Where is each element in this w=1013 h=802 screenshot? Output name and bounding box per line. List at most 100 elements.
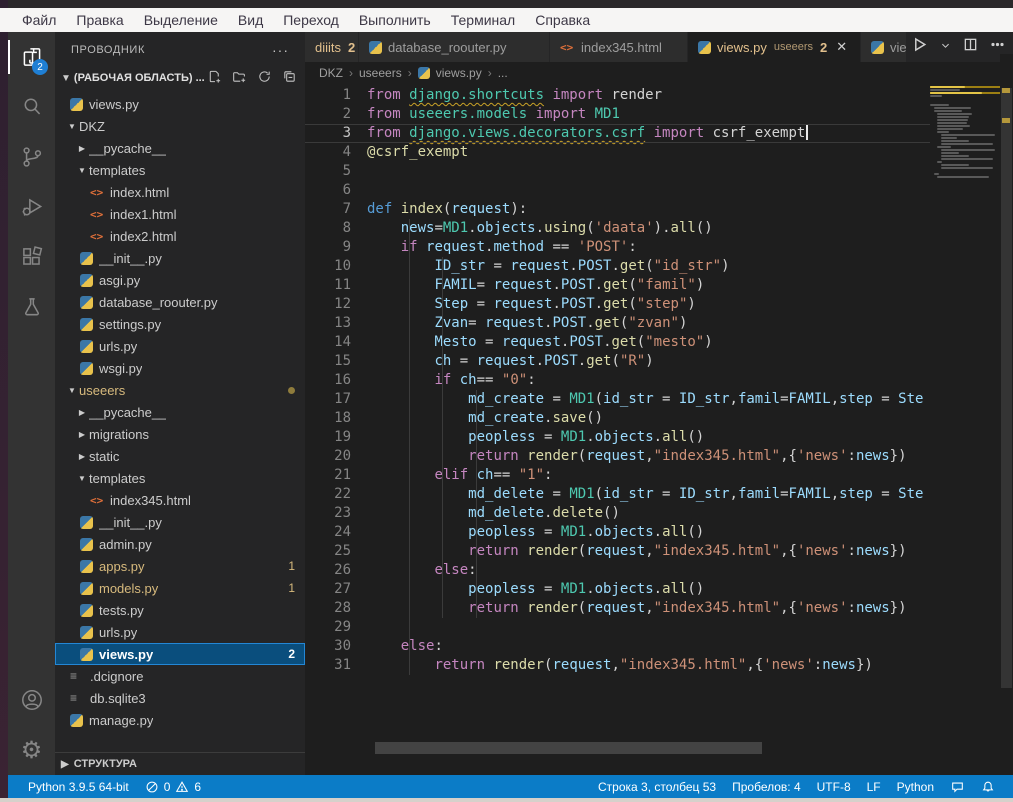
code-line-12[interactable]: 12 Step = request.POST.get("step") <box>305 295 1013 314</box>
language-mode-item[interactable]: Python <box>889 775 942 798</box>
tree-item-models.py[interactable]: models.py1 <box>55 577 305 599</box>
feedback-item[interactable] <box>942 775 973 798</box>
code-line-24[interactable]: 24 peopless = MD1.objects.all() <box>305 523 1013 542</box>
activity-settings-icon[interactable]: ⚙ <box>8 725 55 775</box>
workspace-section-header[interactable]: ▼ (РАБОЧАЯ ОБЛАСТЬ) ... <box>55 67 305 89</box>
tree-item-views.py[interactable]: views.py <box>55 93 305 115</box>
breadcrumb[interactable]: DKZ›useeers›views.py›... <box>305 62 1013 84</box>
problems-item[interactable]: 0 6 <box>137 775 209 798</box>
code-line-22[interactable]: 22 md_delete = MD1(id_str = ID_str,famil… <box>305 485 1013 504</box>
code-line-25[interactable]: 25 return render(request,"index345.html"… <box>305 542 1013 561</box>
code-line-17[interactable]: 17 md_create = MD1(id_str = ID_str,famil… <box>305 390 1013 409</box>
activity-testing-icon[interactable] <box>8 282 55 332</box>
tree-item-manage.py[interactable]: manage.py <box>55 709 305 731</box>
code-line-15[interactable]: 15 ch = request.POST.get("R") <box>305 352 1013 371</box>
new-folder-icon[interactable] <box>232 69 247 87</box>
breadcrumb-segment-views.py[interactable]: views.py <box>436 66 482 80</box>
menu-item-Выполнить[interactable]: Выполнить <box>349 10 441 30</box>
tree-item-urls.py[interactable]: urls.py <box>55 621 305 643</box>
tree-item--init-.py[interactable]: __init__.py <box>55 511 305 533</box>
tree-item-templates[interactable]: ▼templates <box>55 467 305 489</box>
tab-views.py[interactable]: views.pyuseeers2✕ <box>688 32 861 62</box>
tree-item-index.html[interactable]: <>index.html <box>55 181 305 203</box>
activity-explorer-icon[interactable]: 2 <box>8 32 55 82</box>
code-line-13[interactable]: 13 Zvan= request.POST.get("zvan") <box>305 314 1013 333</box>
code-line-27[interactable]: 27 peopless = MD1.objects.all() <box>305 580 1013 599</box>
code-line-14[interactable]: 14 Mesto = request.POST.get("mesto") <box>305 333 1013 352</box>
split-editor-icon[interactable] <box>963 37 978 57</box>
code-line-16[interactable]: 16 if ch== "0": <box>305 371 1013 390</box>
menu-item-Справка[interactable]: Справка <box>525 10 600 30</box>
minimap[interactable] <box>930 86 1000 206</box>
code-line-7[interactable]: 7def index(request): <box>305 200 1013 219</box>
activity-search-icon[interactable] <box>8 82 55 132</box>
menu-item-Правка[interactable]: Правка <box>66 10 133 30</box>
indentation-item[interactable]: Пробелов: 4 <box>724 775 809 798</box>
tree-item-.dcignore[interactable]: ≡.dcignore <box>55 665 305 687</box>
code-line-3[interactable]: 3from django.views.decorators.csrf impor… <box>305 124 1013 143</box>
code-line-5[interactable]: 5 <box>305 162 1013 181</box>
tree-item-db.sqlite3[interactable]: ≡db.sqlite3 <box>55 687 305 709</box>
tree-item-urls.py[interactable]: urls.py <box>55 335 305 357</box>
activity-extensions-icon[interactable] <box>8 232 55 282</box>
tree-item-asgi.py[interactable]: asgi.py <box>55 269 305 291</box>
tree-item-settings.py[interactable]: settings.py <box>55 313 305 335</box>
vertical-scrollbar[interactable] <box>1001 88 1012 688</box>
breadcrumb-segment-DKZ[interactable]: DKZ <box>319 66 343 80</box>
menu-item-Терминал[interactable]: Терминал <box>441 10 525 30</box>
tree-item-static[interactable]: ▶static <box>55 445 305 467</box>
tree-item-database-roouter.py[interactable]: database_roouter.py <box>55 291 305 313</box>
code-line-1[interactable]: 1from django.shortcuts import render <box>305 86 1013 105</box>
code-line-2[interactable]: 2from useeers.models import MD1 <box>305 105 1013 124</box>
cursor-position-item[interactable]: Строка 3, столбец 53 <box>590 775 724 798</box>
tab-vie[interactable]: vie <box>861 32 907 62</box>
eol-item[interactable]: LF <box>859 775 889 798</box>
horizontal-scrollbar[interactable] <box>375 742 762 754</box>
tree-item-tests.py[interactable]: tests.py <box>55 599 305 621</box>
tree-item-templates[interactable]: ▼templates <box>55 159 305 181</box>
tree-item-index345.html[interactable]: <>index345.html <box>55 489 305 511</box>
code-line-30[interactable]: 30 else: <box>305 637 1013 656</box>
python-interpreter-item[interactable]: Python 3.9.5 64-bit <box>20 775 137 798</box>
menu-item-Выделение[interactable]: Выделение <box>134 10 228 30</box>
run-icon[interactable] <box>911 36 928 58</box>
code-line-10[interactable]: 10 ID_str = request.POST.get("id_str") <box>305 257 1013 276</box>
tree-item--pycache-[interactable]: ▶__pycache__ <box>55 137 305 159</box>
tree-item-DKZ[interactable]: ▼DKZ <box>55 115 305 137</box>
tree-item--init-.py[interactable]: __init__.py <box>55 247 305 269</box>
tree-item-index1.html[interactable]: <>index1.html <box>55 203 305 225</box>
code-editor[interactable]: 1from django.shortcuts import render2fro… <box>305 86 1013 726</box>
code-line-28[interactable]: 28 return render(request,"index345.html"… <box>305 599 1013 618</box>
code-line-9[interactable]: 9 if request.method == 'POST': <box>305 238 1013 257</box>
code-line-21[interactable]: 21 elif ch== "1": <box>305 466 1013 485</box>
notifications-item[interactable] <box>973 775 1003 798</box>
tree-item-useeers[interactable]: ▼useeers <box>55 379 305 401</box>
breadcrumb-segment-useeers[interactable]: useeers <box>359 66 402 80</box>
collapse-all-icon[interactable] <box>282 69 297 87</box>
tab-index345.html[interactable]: <>index345.html <box>550 32 688 62</box>
encoding-item[interactable]: UTF-8 <box>809 775 859 798</box>
tree-item-admin.py[interactable]: admin.py <box>55 533 305 555</box>
code-line-29[interactable]: 29 <box>305 618 1013 637</box>
tree-item--pycache-[interactable]: ▶__pycache__ <box>55 401 305 423</box>
tree-item-views.py[interactable]: views.py2 <box>55 643 305 665</box>
activity-source-control-icon[interactable] <box>8 132 55 182</box>
menu-item-Переход[interactable]: Переход <box>273 10 349 30</box>
code-line-31[interactable]: 31 return render(request,"index345.html"… <box>305 656 1013 675</box>
code-line-6[interactable]: 6 <box>305 181 1013 200</box>
close-icon[interactable]: ✕ <box>836 39 847 55</box>
activity-run-debug-icon[interactable] <box>8 182 55 232</box>
code-line-23[interactable]: 23 md_delete.delete() <box>305 504 1013 523</box>
refresh-icon[interactable] <box>257 69 272 87</box>
tree-item-apps.py[interactable]: apps.py1 <box>55 555 305 577</box>
code-line-4[interactable]: 4@csrf_exempt <box>305 143 1013 162</box>
tree-item-migrations[interactable]: ▶migrations <box>55 423 305 445</box>
breadcrumb-segment-...[interactable]: ... <box>498 66 508 80</box>
code-line-18[interactable]: 18 md_create.save() <box>305 409 1013 428</box>
explorer-more-actions-icon[interactable]: ··· <box>272 42 289 58</box>
code-line-8[interactable]: 8 news=MD1.objects.using('daata').all() <box>305 219 1013 238</box>
tab-database-roouter.py[interactable]: database_roouter.py <box>359 32 550 62</box>
tree-item-index2.html[interactable]: <>index2.html <box>55 225 305 247</box>
code-line-19[interactable]: 19 peopless = MD1.objects.all() <box>305 428 1013 447</box>
menu-item-Вид[interactable]: Вид <box>228 10 273 30</box>
